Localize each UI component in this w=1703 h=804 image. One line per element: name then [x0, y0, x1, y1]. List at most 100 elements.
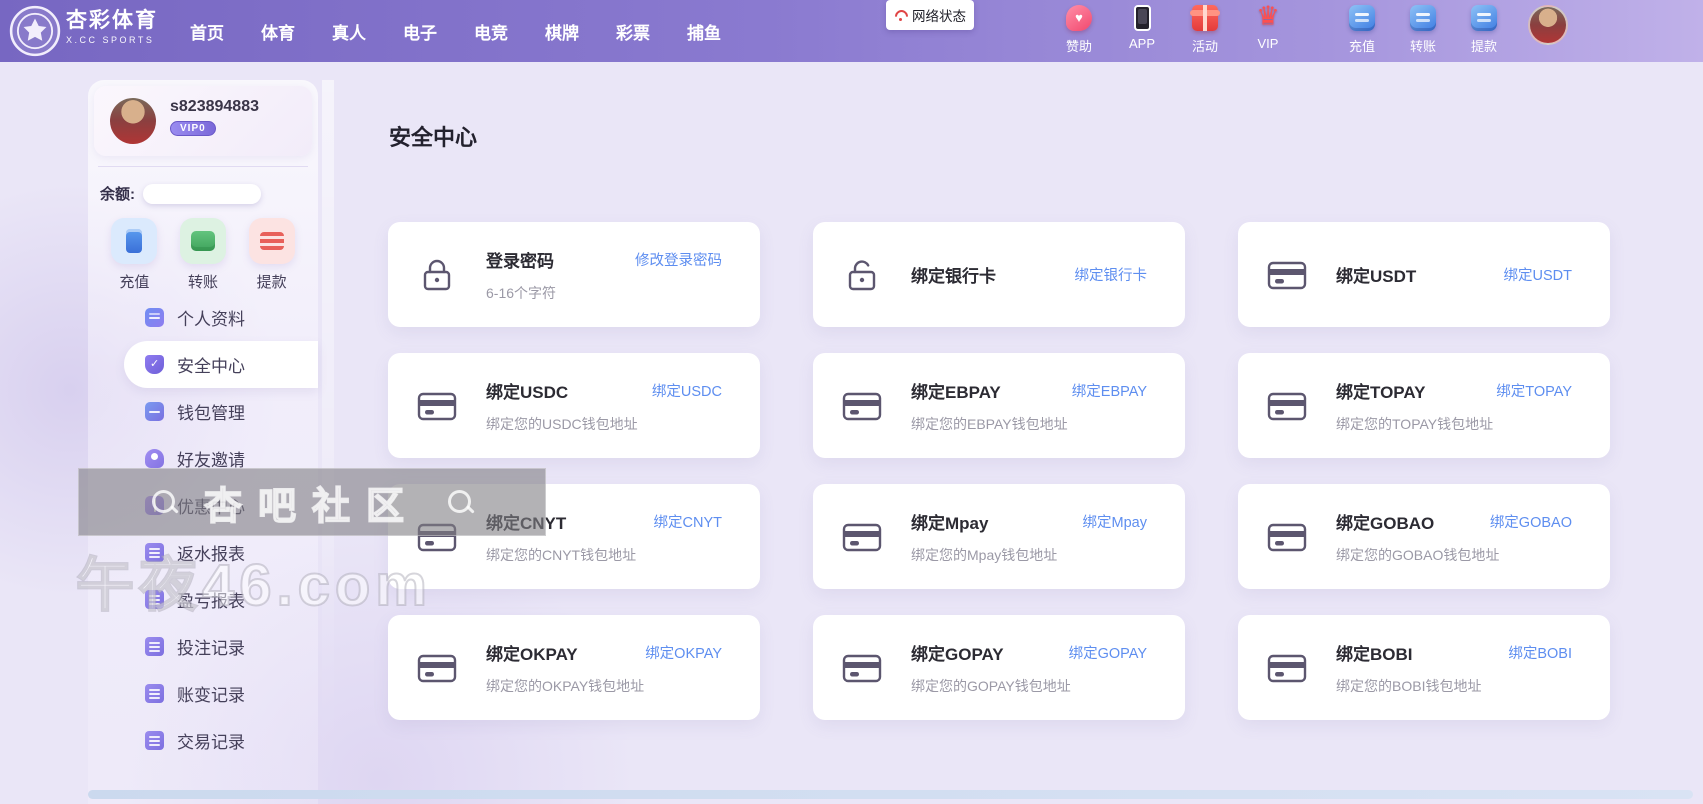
sidebar-item-transaction-records[interactable]: 交易记录	[88, 717, 318, 764]
change-login-password-link[interactable]: 修改登录密码	[635, 249, 722, 270]
card-subtitle: 绑定您的GOBAO钱包地址	[1336, 545, 1572, 565]
card-title: 绑定BOBI	[1336, 640, 1413, 665]
activity-button[interactable]: 活动	[1183, 5, 1227, 55]
quick-transfer-button[interactable]: 转账	[180, 218, 226, 292]
promo-gift-icon	[145, 496, 164, 515]
nav-item-live[interactable]: 真人	[332, 19, 366, 44]
unlock-icon	[839, 252, 885, 298]
vip-label: VIP	[1258, 36, 1279, 51]
app-label: APP	[1129, 36, 1155, 51]
sidebar-item-wallet-management[interactable]: 钱包管理	[88, 388, 318, 435]
nav-item-sports[interactable]: 体育	[261, 19, 295, 44]
deposit-button[interactable]: 充值	[1340, 5, 1384, 55]
sidebar-item-profile[interactable]: 个人资料	[88, 294, 318, 341]
menu-label: 钱包管理	[177, 399, 245, 424]
brand-logo-icon[interactable]	[8, 4, 62, 58]
card-title: 绑定USDC	[486, 378, 568, 403]
card-subtitle: 绑定您的GOPAY钱包地址	[911, 676, 1147, 696]
card-bind-ebpay: 绑定EBPAY 绑定EBPAY 绑定您的EBPAY钱包地址	[813, 353, 1185, 458]
bind-topay-link[interactable]: 绑定TOPAY	[1496, 380, 1572, 401]
bind-usdc-link[interactable]: 绑定USDC	[652, 380, 722, 401]
account-records-icon	[145, 684, 164, 703]
card-bind-topay: 绑定TOPAY 绑定TOPAY 绑定您的TOPAY钱包地址	[1238, 353, 1610, 458]
card-title: 登录密码	[486, 247, 554, 272]
bind-cnyt-link[interactable]: 绑定CNYT	[654, 511, 722, 532]
top-navbar: 杏彩体育 X.CC SPORTS 首页 体育 真人 电子 电竞 棋牌 彩票 捕鱼…	[0, 0, 1703, 62]
card-subtitle: 绑定您的EBPAY钱包地址	[911, 414, 1147, 434]
vip-button[interactable]: VIP	[1246, 5, 1290, 55]
nav-item-fishing[interactable]: 捕鱼	[687, 19, 721, 44]
card-bind-bobi: 绑定BOBI 绑定BOBI 绑定您的BOBI钱包地址	[1238, 615, 1610, 720]
quick-deposit-label: 充值	[119, 271, 149, 292]
bank-card-icon	[839, 383, 885, 429]
user-avatar-topbar[interactable]	[1528, 5, 1568, 45]
username: s823894883	[170, 98, 259, 116]
wallet-icon-group: 充值 转账 提款	[1340, 5, 1506, 55]
bank-card-icon	[414, 514, 460, 560]
sidebar-item-friend-invite[interactable]: 好友邀请	[88, 435, 318, 482]
bank-card-icon	[839, 514, 885, 560]
horizontal-scrollbar[interactable]	[88, 790, 1693, 799]
menu-label: 投注记录	[177, 634, 245, 659]
sponsor-button[interactable]: 赞助	[1057, 5, 1101, 55]
user-card-separator	[98, 166, 308, 167]
deposit-icon	[1349, 5, 1375, 31]
quick-actions: 充值 转账 提款	[88, 218, 318, 292]
page-title: 安全中心	[389, 120, 477, 152]
transfer-app-icon	[180, 218, 226, 264]
sidebar-item-account-records[interactable]: 账变记录	[88, 670, 318, 717]
bind-bobi-link[interactable]: 绑定BOBI	[1508, 642, 1572, 663]
nav-item-slots[interactable]: 电子	[403, 19, 437, 44]
sponsor-label: 赞助	[1066, 36, 1092, 55]
deposit-label: 充值	[1349, 36, 1375, 55]
quick-withdraw-button[interactable]: 提款	[249, 218, 295, 292]
network-status-badge[interactable]: 网络状态	[886, 0, 974, 30]
menu-label: 好友邀请	[177, 446, 245, 471]
balance-value-hidden	[143, 184, 261, 204]
sidebar-item-security-center[interactable]: 安全中心	[124, 341, 318, 388]
brand-text[interactable]: 杏彩体育 X.CC SPORTS	[66, 9, 158, 45]
card-subtitle: 绑定您的USDC钱包地址	[486, 414, 722, 434]
nav-item-chess[interactable]: 棋牌	[545, 19, 579, 44]
card-subtitle: 绑定您的OKPAY钱包地址	[486, 676, 722, 696]
menu-label: 个人资料	[177, 305, 245, 330]
card-title: 绑定CNYT	[486, 509, 566, 534]
menu-label: 交易记录	[177, 728, 245, 753]
bind-gobao-link[interactable]: 绑定GOBAO	[1490, 511, 1572, 532]
transfer-button[interactable]: 转账	[1401, 5, 1445, 55]
network-signal-icon	[894, 10, 907, 21]
card-bind-bank-card: 绑定银行卡 绑定银行卡	[813, 222, 1185, 327]
card-bind-okpay: 绑定OKPAY 绑定OKPAY 绑定您的OKPAY钱包地址	[388, 615, 760, 720]
brand-subtitle: X.CC SPORTS	[66, 35, 158, 45]
nav-item-home[interactable]: 首页	[190, 19, 224, 44]
bind-bank-card-link[interactable]: 绑定银行卡	[1075, 264, 1148, 285]
bind-usdt-link[interactable]: 绑定USDT	[1504, 264, 1572, 285]
sidebar-item-promo-center[interactable]: 优惠中心	[88, 482, 318, 529]
sidebar-item-bet-records[interactable]: 投注记录	[88, 623, 318, 670]
nav-item-esports[interactable]: 电竞	[474, 19, 508, 44]
bind-ebpay-link[interactable]: 绑定EBPAY	[1072, 380, 1147, 401]
app-download-button[interactable]: APP	[1120, 5, 1164, 55]
card-subtitle: 绑定您的CNYT钱包地址	[486, 545, 722, 565]
bind-mpay-link[interactable]: 绑定Mpay	[1083, 511, 1147, 532]
card-bind-mpay: 绑定Mpay 绑定Mpay 绑定您的Mpay钱包地址	[813, 484, 1185, 589]
menu-label: 返水报表	[177, 540, 245, 565]
quick-deposit-button[interactable]: 充值	[111, 218, 157, 292]
vip-level-badge: VIP0	[170, 121, 216, 136]
sidebar-item-rebate-report[interactable]: 返水报表	[88, 529, 318, 576]
user-avatar[interactable]	[110, 98, 156, 144]
card-bind-usdt: 绑定USDT 绑定USDT	[1238, 222, 1610, 327]
card-title: 绑定GOPAY	[911, 640, 1004, 665]
main-nav: 首页 体育 真人 电子 电竞 棋牌 彩票 捕鱼	[190, 0, 721, 62]
nav-item-lottery[interactable]: 彩票	[616, 19, 650, 44]
shield-icon	[145, 355, 164, 374]
card-title: 绑定银行卡	[911, 262, 996, 287]
card-bind-gopay: 绑定GOPAY 绑定GOPAY 绑定您的GOPAY钱包地址	[813, 615, 1185, 720]
withdraw-button[interactable]: 提款	[1462, 5, 1506, 55]
bank-card-icon	[1264, 252, 1310, 298]
bind-gopay-link[interactable]: 绑定GOPAY	[1069, 642, 1147, 663]
sidebar-item-profit-report[interactable]: 盈亏报表	[88, 576, 318, 623]
bind-okpay-link[interactable]: 绑定OKPAY	[645, 642, 722, 663]
transfer-label: 转账	[1410, 36, 1436, 55]
card-subtitle: 绑定您的BOBI钱包地址	[1336, 676, 1572, 696]
